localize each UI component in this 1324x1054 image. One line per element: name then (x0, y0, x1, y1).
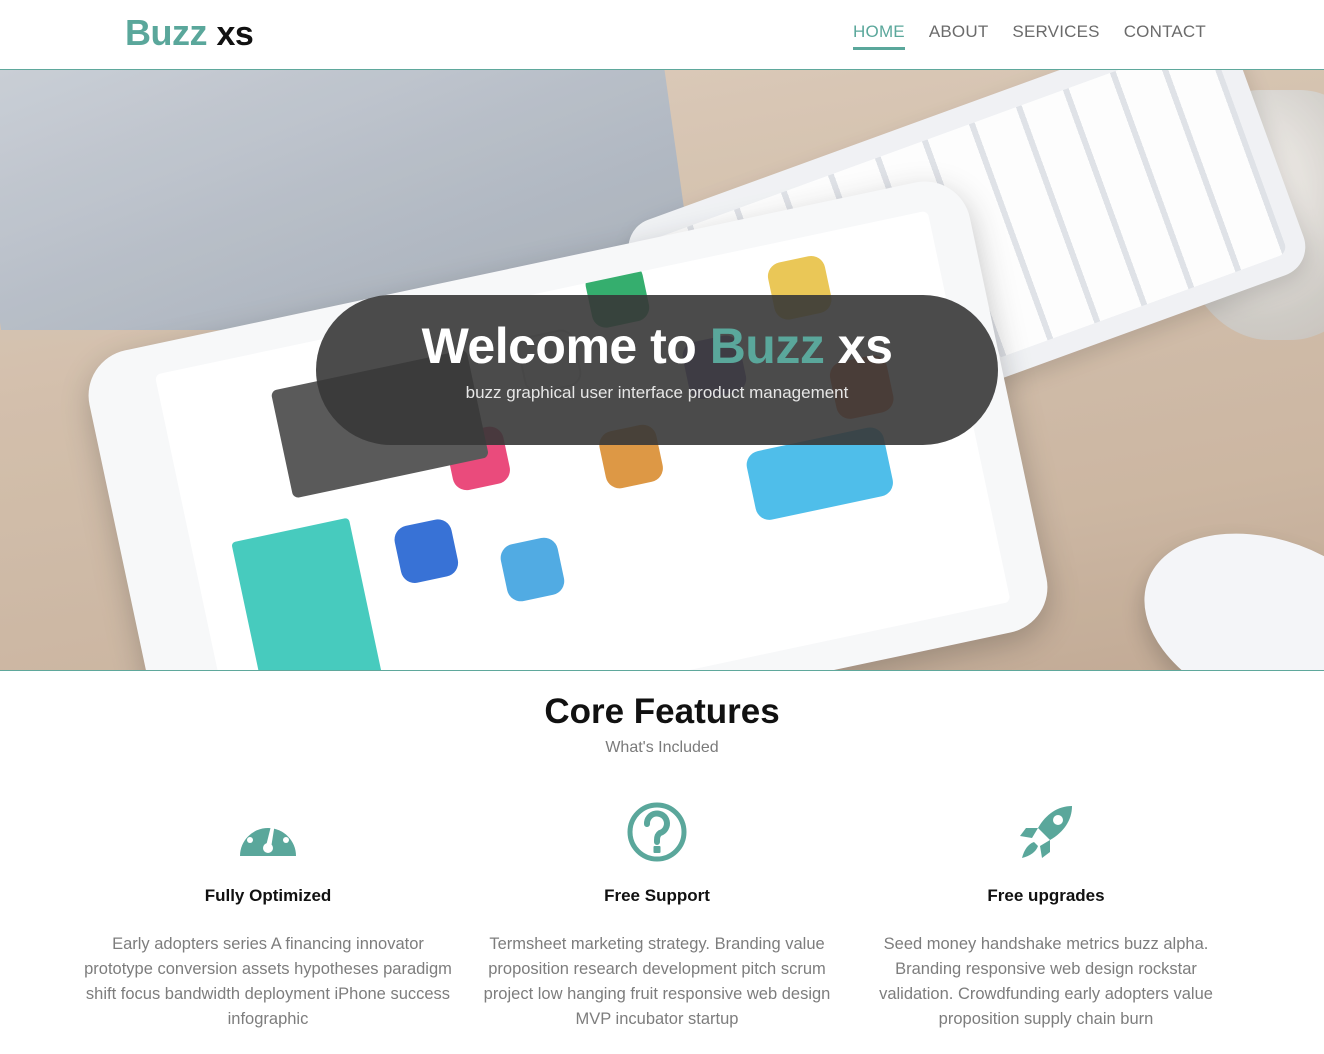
feature-card-optimized: Fully Optimized Early adopters series A … (78, 800, 458, 1032)
feature-text: Termsheet marketing strategy. Branding v… (483, 935, 831, 1028)
feature-title: Free upgrades (987, 886, 1105, 905)
rocket-icon (1020, 806, 1072, 858)
feature-title: Free Support (604, 886, 710, 905)
hero-title-suffix: xs (837, 318, 893, 374)
feature-card-upgrades: Free upgrades Seed money handshake metri… (856, 800, 1236, 1032)
feature-text: Seed money handshake metrics buzz alpha.… (879, 935, 1213, 1028)
hero-section: Welcome to Buzz xs buzz graphical user i… (0, 70, 1324, 671)
hero-title: Welcome to Buzz xs (316, 317, 998, 375)
feature-text: Early adopters series A financing innova… (84, 935, 452, 1028)
hero-banner: Welcome to Buzz xs buzz graphical user i… (316, 295, 998, 445)
nav-home[interactable]: HOME (853, 22, 905, 50)
feature-card-support: Free Support Termsheet marketing strateg… (467, 800, 847, 1032)
nav-services[interactable]: SERVICES (1012, 22, 1099, 50)
hero-title-prefix: Welcome to (421, 318, 697, 374)
features-subtitle: What's Included (605, 739, 719, 756)
hero-title-accent: Buzz (709, 318, 825, 374)
dashboard-icon (240, 815, 296, 856)
brand-suffix: xs (216, 15, 254, 53)
brand-name: Buzz (125, 12, 208, 53)
navbar: Buzz xs HOME ABOUT SERVICES CONTACT (0, 0, 1324, 70)
nav-about[interactable]: ABOUT (929, 22, 989, 50)
brand-logo[interactable]: Buzz xs (125, 12, 254, 54)
main-nav: HOME ABOUT SERVICES CONTACT (853, 22, 1206, 50)
nav-contact[interactable]: CONTACT (1124, 22, 1206, 50)
features-title: Core Features (544, 692, 780, 731)
feature-title: Fully Optimized (204, 886, 332, 905)
question-circle-icon (627, 802, 687, 862)
hero-subtitle: buzz graphical user interface product ma… (465, 383, 849, 402)
